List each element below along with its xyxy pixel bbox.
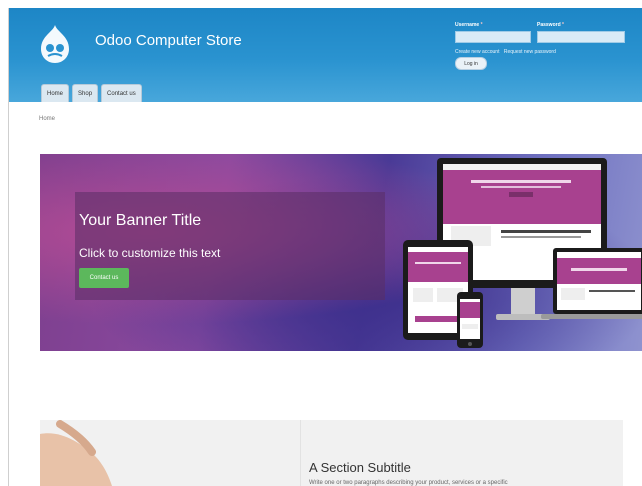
main-nav: Home Shop Contact us xyxy=(41,84,142,102)
content-section: A Section Subtitle Write one or two para… xyxy=(40,420,623,486)
breadcrumb[interactable]: Home xyxy=(39,116,55,122)
section-subtitle: A Section Subtitle xyxy=(309,460,411,475)
account-links: Create new account Request new password xyxy=(455,49,559,55)
username-label: Username * xyxy=(455,22,483,28)
section-text: Write one or two paragraphs describing y… xyxy=(309,480,508,486)
contact-us-button[interactable]: Contact us xyxy=(79,268,129,288)
hand-image xyxy=(40,420,112,486)
tab-home[interactable]: Home xyxy=(41,84,70,102)
banner-text: Click to customize this text xyxy=(79,246,221,260)
tab-shop[interactable]: Shop xyxy=(72,84,99,102)
banner: Your Banner Title Click to customize thi… xyxy=(40,154,642,351)
create-account-link[interactable]: Create new account xyxy=(455,49,499,55)
password-field[interactable] xyxy=(537,31,625,43)
tab-contact-us[interactable]: Contact us xyxy=(101,84,142,102)
drupal-logo-icon[interactable] xyxy=(39,24,71,64)
browser-page: Odoo Computer Store Username * Password … xyxy=(8,8,642,486)
request-password-link[interactable]: Request new password xyxy=(504,49,556,55)
login-button[interactable]: Log in xyxy=(455,57,487,70)
password-label: Password * xyxy=(537,22,564,28)
username-field[interactable] xyxy=(455,31,531,43)
banner-caption: Your Banner Title Click to customize thi… xyxy=(75,192,385,300)
banner-title: Your Banner Title xyxy=(79,212,202,229)
site-header: Odoo Computer Store Username * Password … xyxy=(9,8,642,102)
site-name[interactable]: Odoo Computer Store xyxy=(95,32,242,49)
section-divider xyxy=(300,420,301,486)
responsive-devices-image xyxy=(403,158,642,348)
